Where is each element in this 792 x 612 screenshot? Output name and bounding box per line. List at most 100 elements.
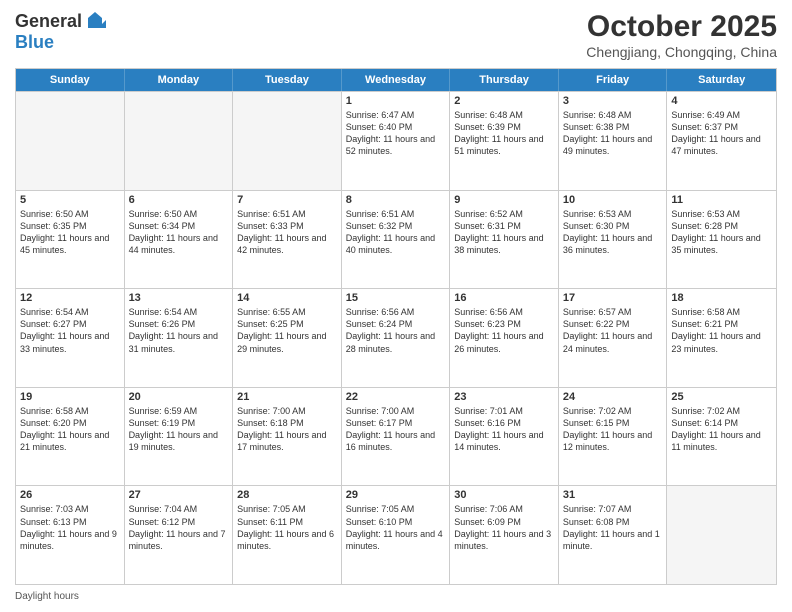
cal-header-cell-friday: Friday <box>559 69 668 91</box>
day-number: 25 <box>671 391 772 403</box>
cal-cell-9: 9 Sunrise: 6:52 AM Sunset: 6:31 PM Daylig… <box>450 191 559 289</box>
cal-header-cell-thursday: Thursday <box>450 69 559 91</box>
cal-row-4: 26 Sunrise: 7:03 AM Sunset: 6:13 PM Dayli… <box>16 485 776 584</box>
cal-cell-5: 5 Sunrise: 6:50 AM Sunset: 6:35 PM Daylig… <box>16 191 125 289</box>
cell-detail: Sunrise: 6:56 AM Sunset: 6:23 PM Dayligh… <box>454 306 554 355</box>
cal-row-1: 5 Sunrise: 6:50 AM Sunset: 6:35 PM Daylig… <box>16 190 776 289</box>
cell-detail: Sunrise: 6:53 AM Sunset: 6:30 PM Dayligh… <box>563 208 663 257</box>
day-number: 10 <box>563 194 663 206</box>
calendar-header: SundayMondayTuesdayWednesdayThursdayFrid… <box>16 69 776 91</box>
cell-detail: Sunrise: 7:05 AM Sunset: 6:11 PM Dayligh… <box>237 503 337 552</box>
cal-header-cell-sunday: Sunday <box>16 69 125 91</box>
day-number: 2 <box>454 95 554 107</box>
cal-header-cell-tuesday: Tuesday <box>233 69 342 91</box>
day-number: 14 <box>237 292 337 304</box>
cal-cell-10: 10 Sunrise: 6:53 AM Sunset: 6:30 PM Dayli… <box>559 191 668 289</box>
cal-cell-4: 4Sunrise: 6:49 AM Sunset: 6:37 PM Daylig… <box>667 92 776 190</box>
calendar-body: 1Sunrise: 6:47 AM Sunset: 6:40 PM Daylig… <box>16 91 776 584</box>
cal-cell-24: 24 Sunrise: 7:02 AM Sunset: 6:15 PM Dayli… <box>559 388 668 486</box>
day-number: 6 <box>129 194 229 206</box>
cal-cell-23: 23 Sunrise: 7:01 AM Sunset: 6:16 PM Dayli… <box>450 388 559 486</box>
month-title: October 2025 <box>586 10 777 44</box>
cal-cell-empty-0-1 <box>125 92 234 190</box>
cal-cell-22: 22Sunrise: 7:00 AM Sunset: 6:17 PM Dayli… <box>342 388 451 486</box>
cal-cell-6: 6Sunrise: 6:50 AM Sunset: 6:34 PM Daylig… <box>125 191 234 289</box>
cal-cell-15: 15Sunrise: 6:56 AM Sunset: 6:24 PM Dayli… <box>342 289 451 387</box>
cell-detail: Sunrise: 6:50 AM Sunset: 6:35 PM Dayligh… <box>20 208 120 257</box>
cal-cell-8: 8Sunrise: 6:51 AM Sunset: 6:32 PM Daylig… <box>342 191 451 289</box>
cell-detail: Sunrise: 6:58 AM Sunset: 6:20 PM Dayligh… <box>20 405 120 454</box>
logo-general: General <box>15 11 82 32</box>
cell-detail: Sunrise: 7:06 AM Sunset: 6:09 PM Dayligh… <box>454 503 554 552</box>
day-number: 26 <box>20 489 120 501</box>
logo: General Blue <box>15 10 106 53</box>
cal-cell-27: 27 Sunrise: 7:04 AM Sunset: 6:12 PM Dayli… <box>125 486 234 584</box>
title-area: October 2025 Chengjiang, Chongqing, Chin… <box>586 10 777 60</box>
cell-detail: Sunrise: 7:01 AM Sunset: 6:16 PM Dayligh… <box>454 405 554 454</box>
cal-cell-empty-4-6 <box>667 486 776 584</box>
cal-cell-19: 19 Sunrise: 6:58 AM Sunset: 6:20 PM Dayli… <box>16 388 125 486</box>
cal-header-cell-monday: Monday <box>125 69 234 91</box>
day-number: 12 <box>20 292 120 304</box>
day-number: 19 <box>20 391 120 403</box>
day-number: 31 <box>563 489 663 501</box>
daylight-hours-label: Daylight hours <box>15 591 79 602</box>
cell-detail: Sunrise: 6:51 AM Sunset: 6:32 PM Dayligh… <box>346 208 446 257</box>
cell-detail: Sunrise: 6:48 AM Sunset: 6:39 PM Dayligh… <box>454 109 554 158</box>
day-number: 28 <box>237 489 337 501</box>
cal-row-2: 12 Sunrise: 6:54 AM Sunset: 6:27 PM Dayli… <box>16 288 776 387</box>
day-number: 29 <box>346 489 446 501</box>
cell-detail: Sunrise: 7:02 AM Sunset: 6:14 PM Dayligh… <box>671 405 772 454</box>
location-subtitle: Chengjiang, Chongqing, China <box>586 44 777 60</box>
cell-detail: Sunrise: 6:54 AM Sunset: 6:27 PM Dayligh… <box>20 306 120 355</box>
day-number: 15 <box>346 292 446 304</box>
day-number: 9 <box>454 194 554 206</box>
cell-detail: Sunrise: 7:03 AM Sunset: 6:13 PM Dayligh… <box>20 503 120 552</box>
day-number: 17 <box>563 292 663 304</box>
cal-cell-11: 11Sunrise: 6:53 AM Sunset: 6:28 PM Dayli… <box>667 191 776 289</box>
cal-cell-20: 20Sunrise: 6:59 AM Sunset: 6:19 PM Dayli… <box>125 388 234 486</box>
header: General Blue October 2025 Chengjiang, Ch… <box>15 10 777 60</box>
cell-detail: Sunrise: 6:48 AM Sunset: 6:38 PM Dayligh… <box>563 109 663 158</box>
day-number: 11 <box>671 194 772 206</box>
cell-detail: Sunrise: 6:52 AM Sunset: 6:31 PM Dayligh… <box>454 208 554 257</box>
day-number: 3 <box>563 95 663 107</box>
cell-detail: Sunrise: 6:59 AM Sunset: 6:19 PM Dayligh… <box>129 405 229 454</box>
cell-detail: Sunrise: 7:00 AM Sunset: 6:18 PM Dayligh… <box>237 405 337 454</box>
day-number: 27 <box>129 489 229 501</box>
calendar: SundayMondayTuesdayWednesdayThursdayFrid… <box>15 68 777 585</box>
cal-cell-13: 13 Sunrise: 6:54 AM Sunset: 6:26 PM Dayli… <box>125 289 234 387</box>
cal-cell-18: 18Sunrise: 6:58 AM Sunset: 6:21 PM Dayli… <box>667 289 776 387</box>
cal-cell-30: 30Sunrise: 7:06 AM Sunset: 6:09 PM Dayli… <box>450 486 559 584</box>
cal-header-cell-saturday: Saturday <box>667 69 776 91</box>
cal-cell-21: 21 Sunrise: 7:00 AM Sunset: 6:18 PM Dayli… <box>233 388 342 486</box>
day-number: 24 <box>563 391 663 403</box>
cal-cell-29: 29 Sunrise: 7:05 AM Sunset: 6:10 PM Dayli… <box>342 486 451 584</box>
cal-cell-17: 17 Sunrise: 6:57 AM Sunset: 6:22 PM Dayli… <box>559 289 668 387</box>
day-number: 16 <box>454 292 554 304</box>
cell-detail: Sunrise: 7:05 AM Sunset: 6:10 PM Dayligh… <box>346 503 446 552</box>
day-number: 13 <box>129 292 229 304</box>
cal-row-0: 1Sunrise: 6:47 AM Sunset: 6:40 PM Daylig… <box>16 91 776 190</box>
cal-cell-1: 1Sunrise: 6:47 AM Sunset: 6:40 PM Daylig… <box>342 92 451 190</box>
cell-detail: Sunrise: 6:57 AM Sunset: 6:22 PM Dayligh… <box>563 306 663 355</box>
logo-blue: Blue <box>15 32 54 53</box>
cal-cell-26: 26 Sunrise: 7:03 AM Sunset: 6:13 PM Dayli… <box>16 486 125 584</box>
logo-text: General <box>15 10 106 32</box>
day-number: 21 <box>237 391 337 403</box>
cell-detail: Sunrise: 7:02 AM Sunset: 6:15 PM Dayligh… <box>563 405 663 454</box>
day-number: 1 <box>346 95 446 107</box>
cal-cell-28: 28 Sunrise: 7:05 AM Sunset: 6:11 PM Dayli… <box>233 486 342 584</box>
cell-detail: Sunrise: 7:04 AM Sunset: 6:12 PM Dayligh… <box>129 503 229 552</box>
day-number: 18 <box>671 292 772 304</box>
day-number: 5 <box>20 194 120 206</box>
cal-cell-7: 7Sunrise: 6:51 AM Sunset: 6:33 PM Daylig… <box>233 191 342 289</box>
cell-detail: Sunrise: 6:54 AM Sunset: 6:26 PM Dayligh… <box>129 306 229 355</box>
day-number: 23 <box>454 391 554 403</box>
cal-cell-2: 2 Sunrise: 6:48 AM Sunset: 6:39 PM Daylig… <box>450 92 559 190</box>
cal-cell-16: 16 Sunrise: 6:56 AM Sunset: 6:23 PM Dayli… <box>450 289 559 387</box>
cal-cell-14: 14Sunrise: 6:55 AM Sunset: 6:25 PM Dayli… <box>233 289 342 387</box>
cell-detail: Sunrise: 6:51 AM Sunset: 6:33 PM Dayligh… <box>237 208 337 257</box>
logo-icon <box>84 10 106 32</box>
day-number: 22 <box>346 391 446 403</box>
